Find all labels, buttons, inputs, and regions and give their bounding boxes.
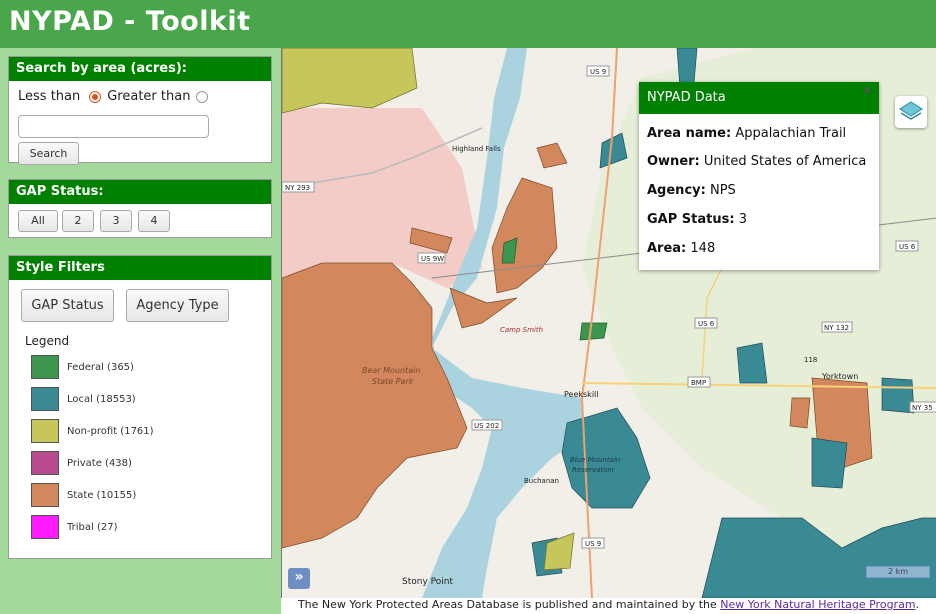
popup-row-owner: Owner: United States of America (647, 154, 866, 169)
popup-row-gap-status: GAP Status: 3 (647, 212, 747, 227)
legend-label-non-profit: Non-profit (1761) (67, 425, 154, 437)
legend-item-state: State (10155) (31, 482, 136, 508)
legend-label-state: State (10155) (67, 489, 137, 501)
legend-label-local: Local (18553) (67, 393, 136, 405)
legend-swatch-federal (31, 355, 59, 379)
footer-suffix: . (915, 598, 920, 611)
map-label-bmp: BMP (691, 379, 706, 387)
gap-status-panel-title: GAP Status: (9, 180, 271, 204)
feature-popup: NYPAD Data × Area name: Appalachian Trai… (639, 82, 879, 270)
style-filters-panel: Style Filters GAP Status Agency Type Leg… (8, 255, 272, 559)
legend-item-tribal: Tribal (27) (31, 514, 118, 540)
area-filter-options: Less than Greater than (18, 89, 209, 104)
area-input[interactable] (18, 115, 209, 138)
map-label-buchanan: Buchanan (524, 477, 559, 485)
legend-swatch-tribal (31, 515, 59, 539)
footer-text: The New York Protected Areas Database is… (297, 598, 721, 611)
map-label-ny293: NY 293 (285, 184, 310, 192)
legend-label-private: Private (438) (67, 457, 132, 469)
map-label-us6: US 6 (698, 320, 715, 328)
legend-item-non-profit: Non-profit (1761) (31, 418, 154, 444)
close-icon[interactable]: × (862, 83, 872, 97)
popup-key: Agency: (647, 183, 706, 198)
map-label-us9w: US 9W (421, 255, 444, 263)
popup-value: Appalachian Trail (735, 126, 847, 141)
style-filters-panel-title: Style Filters (9, 256, 271, 280)
gap-all-button[interactable]: All (18, 210, 58, 232)
legend-swatch-state (31, 483, 59, 507)
popup-row-area-name: Area name: Appalachian Trail (647, 126, 846, 141)
legend-swatch-private (31, 451, 59, 475)
legend-item-private: Private (438) (31, 450, 132, 476)
map-label-ny35: NY 35 (912, 404, 933, 412)
popup-value: 148 (690, 241, 716, 256)
legend-title: Legend (25, 334, 70, 348)
map-label-us202: US 202 (474, 422, 499, 430)
map-label-us9-south: US 9 (585, 540, 601, 548)
footer-link[interactable]: New York Natural Heritage Program (720, 598, 915, 611)
legend-label-tribal: Tribal (27) (67, 521, 118, 533)
map-label-state-park: State Park (372, 377, 414, 386)
layers-icon[interactable] (895, 96, 927, 128)
expand-sidebar-button[interactable]: » (288, 568, 310, 589)
gap-3-button[interactable]: 3 (100, 210, 132, 232)
popup-key: Area name: (647, 126, 732, 141)
popup-row-area: Area: 148 (647, 241, 715, 256)
legend-swatch-non-profit (31, 419, 59, 443)
popup-value: NPS (709, 183, 736, 198)
map-label-blue-mountain: Blue Mountain (570, 456, 620, 464)
popup-value: 3 (738, 212, 747, 227)
map-footer: The New York Protected Areas Database is… (281, 598, 936, 614)
less-than-radio[interactable] (89, 90, 102, 103)
map-label-yorktown: Yorktown (821, 372, 858, 381)
sidebar: Search by area (acres): Less than Greate… (0, 48, 281, 614)
map-label-camp-smith: Camp Smith (500, 326, 543, 334)
map-label-us9-north: US 9 (590, 68, 606, 76)
map-label-reservation: Reservation (572, 466, 614, 474)
popup-title: NYPAD Data (639, 82, 879, 114)
app-title: NYPAD - Toolkit (9, 6, 251, 37)
popup-row-agency: Agency: NPS (647, 183, 736, 198)
map-label-ny132: NY 132 (824, 324, 849, 332)
popup-value: United States of America (703, 154, 867, 169)
map-label-118: 118 (804, 356, 817, 364)
search-button[interactable]: Search (18, 142, 79, 165)
legend-item-local: Local (18553) (31, 386, 136, 412)
gap-2-button[interactable]: 2 (62, 210, 94, 232)
map-label-stony-point: Stony Point (402, 577, 453, 587)
app-header: NYPAD - Toolkit (0, 0, 936, 48)
map-label-us6-east: US 6 (899, 243, 916, 251)
search-panel: Search by area (acres): Less than Greate… (8, 56, 272, 165)
map-label-highland-falls: Highland Falls (452, 145, 501, 153)
legend-swatch-local (31, 387, 59, 411)
gap-4-button[interactable]: 4 (138, 210, 170, 232)
less-than-label: Less than (18, 89, 81, 104)
map-label-peekskill: Peekskill (564, 390, 598, 399)
map-scale-bar: 2 km (866, 566, 930, 578)
gap-status-style-button[interactable]: GAP Status (21, 289, 114, 322)
gap-status-panel: GAP Status: All 2 3 4 (8, 179, 272, 238)
greater-than-radio[interactable] (196, 90, 209, 103)
popup-key: Area: (647, 241, 687, 256)
popup-key: GAP Status: (647, 212, 735, 227)
agency-type-style-button[interactable]: Agency Type (126, 289, 229, 322)
popup-key: Owner: (647, 154, 700, 169)
greater-than-label: Greater than (107, 89, 191, 104)
map-label-bear-mountain: Bear Mountain (362, 366, 420, 375)
legend-label-federal: Federal (365) (67, 361, 134, 373)
legend-item-federal: Federal (365) (31, 354, 134, 380)
search-panel-title: Search by area (acres): (9, 57, 271, 81)
